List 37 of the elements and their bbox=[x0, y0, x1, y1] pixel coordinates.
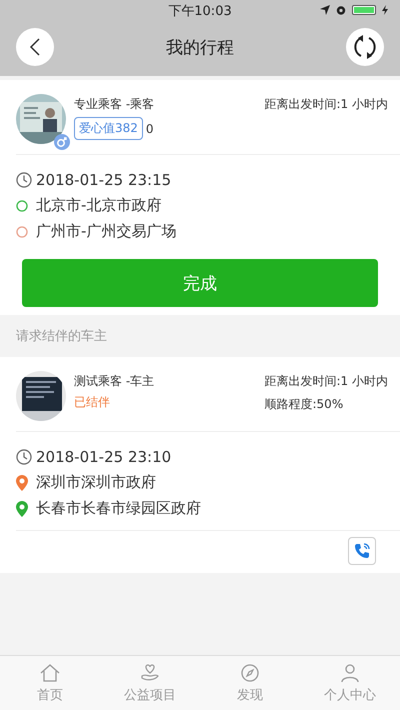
count-text: 0 bbox=[146, 122, 154, 136]
tab-item[interactable]: 发现 bbox=[200, 656, 300, 710]
route-match-text: 顺路程度:50% bbox=[264, 396, 344, 413]
love-value-badge: 爱心值382 bbox=[74, 117, 143, 140]
home-icon bbox=[39, 662, 61, 682]
departure-time-text: 距离出发时间:1 小时内 bbox=[264, 373, 388, 390]
heart-hand-icon bbox=[139, 662, 161, 682]
back-button[interactable] bbox=[16, 28, 54, 66]
page-title: 我的行程 bbox=[166, 36, 234, 58]
refresh-button[interactable] bbox=[346, 28, 384, 66]
complete-button[interactable]: 完成 bbox=[22, 259, 378, 307]
male-icon bbox=[54, 134, 70, 150]
trip-time: 2018-01-25 23:10 bbox=[36, 448, 172, 466]
trip-time: 2018-01-25 23:15 bbox=[36, 171, 172, 189]
stop-address: 广州市-广州交易广场 bbox=[36, 222, 176, 241]
back-chevron-icon bbox=[28, 37, 42, 57]
phone-call-button[interactable] bbox=[348, 537, 376, 565]
battery-icon bbox=[352, 5, 376, 15]
stop-address: 深圳市深圳市政府 bbox=[36, 473, 156, 492]
driver-name: 测试乘客 -车主 bbox=[74, 373, 156, 390]
user-name: 专业乘客 -乘客 bbox=[74, 96, 156, 113]
charging-bolt-icon bbox=[382, 5, 388, 15]
clock-icon bbox=[16, 449, 32, 465]
tab-item[interactable]: 个人中心 bbox=[300, 656, 400, 710]
tab-item[interactable]: 公益项目 bbox=[100, 656, 200, 710]
departure-time-text: 距离出发时间:1 小时内 bbox=[264, 96, 388, 113]
location-arrow-icon bbox=[320, 5, 330, 15]
person-icon bbox=[339, 662, 361, 682]
alarm-icon bbox=[336, 5, 346, 15]
stop-address: 北京市-北京市政府 bbox=[36, 196, 162, 215]
phone-icon bbox=[353, 542, 371, 560]
partner-status: 已结伴 bbox=[74, 394, 111, 411]
status-time: 下午10:03 bbox=[168, 3, 232, 20]
clock-icon bbox=[16, 172, 32, 188]
compass-icon bbox=[239, 662, 261, 682]
tab-item[interactable]: 首页 bbox=[0, 656, 100, 710]
stop-address: 长春市长春市绿园区政府 bbox=[36, 499, 201, 518]
